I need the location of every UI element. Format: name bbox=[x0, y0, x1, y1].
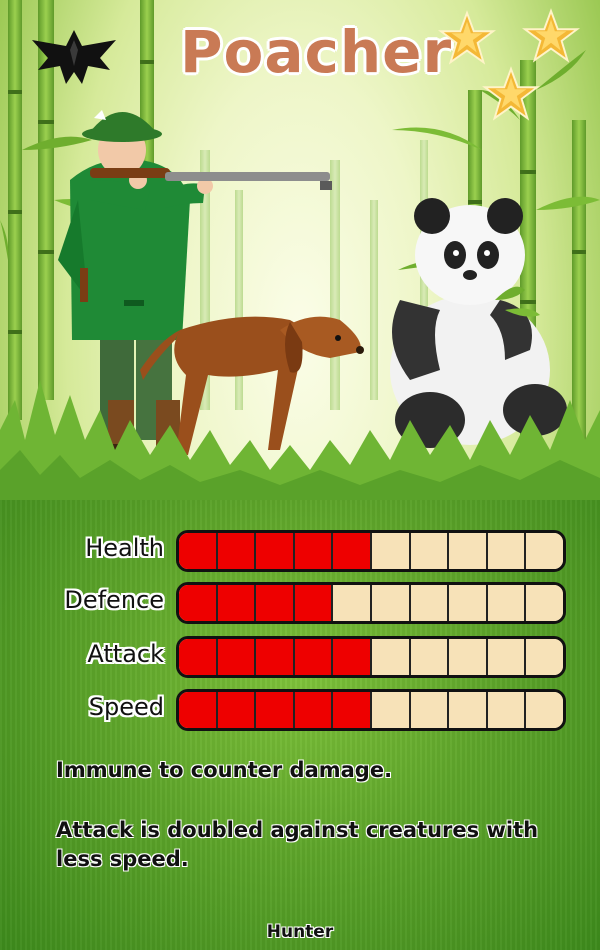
star-icon bbox=[522, 8, 580, 63]
stat-label: Attack bbox=[87, 640, 164, 668]
stat-bar bbox=[176, 636, 566, 678]
stat-row-defence: Defence bbox=[0, 582, 600, 626]
stat-segment bbox=[487, 533, 527, 569]
stat-segment bbox=[487, 585, 527, 621]
stat-segment bbox=[449, 639, 488, 675]
stat-segment bbox=[256, 692, 295, 728]
stat-segment bbox=[179, 585, 218, 621]
stat-segment bbox=[410, 692, 450, 728]
ability-text: Attack is doubled against creatures with… bbox=[56, 818, 539, 871]
stat-label: Health bbox=[85, 534, 164, 562]
stat-bar bbox=[176, 582, 566, 624]
creature-card: Poacher Health Defence Attack Speed Immu… bbox=[0, 0, 600, 950]
stat-segment bbox=[449, 533, 488, 569]
stat-segment bbox=[256, 639, 295, 675]
stat-segment bbox=[217, 533, 257, 569]
stat-segment bbox=[526, 585, 563, 621]
stat-segment bbox=[256, 533, 295, 569]
stat-segment bbox=[410, 639, 450, 675]
stat-segment bbox=[333, 533, 372, 569]
stat-segment bbox=[217, 639, 257, 675]
stat-segment bbox=[333, 692, 372, 728]
stat-segment bbox=[449, 692, 488, 728]
card-title: Poacher bbox=[180, 18, 453, 86]
stat-segment bbox=[371, 585, 411, 621]
stat-segment bbox=[217, 692, 257, 728]
stat-segment bbox=[371, 692, 411, 728]
stat-segment bbox=[526, 692, 563, 728]
stat-segment bbox=[294, 639, 334, 675]
stat-segment bbox=[333, 639, 372, 675]
stat-segment bbox=[294, 533, 334, 569]
bat-emblem-icon bbox=[32, 30, 116, 84]
stat-segment bbox=[294, 692, 334, 728]
stat-segment bbox=[526, 639, 563, 675]
star-icon bbox=[482, 66, 540, 121]
stat-bar bbox=[176, 530, 566, 572]
stat-segment bbox=[294, 585, 334, 621]
stat-segment bbox=[526, 533, 563, 569]
stat-segment bbox=[179, 692, 218, 728]
stat-row-health: Health bbox=[0, 530, 600, 574]
stat-segment bbox=[410, 533, 450, 569]
stat-bar bbox=[176, 689, 566, 731]
stat-segment bbox=[371, 639, 411, 675]
stat-segment bbox=[487, 639, 527, 675]
stat-segment bbox=[179, 639, 218, 675]
stat-segment bbox=[179, 533, 218, 569]
stat-row-attack: Attack bbox=[0, 636, 600, 680]
star-icon bbox=[438, 10, 496, 65]
stat-segment bbox=[371, 533, 411, 569]
card-class: Hunter bbox=[266, 922, 334, 942]
ability-text: Immune to counter damage. bbox=[56, 758, 393, 782]
stat-segment bbox=[449, 585, 488, 621]
stat-segment bbox=[256, 585, 295, 621]
stat-segment bbox=[333, 585, 372, 621]
stat-label: Speed bbox=[88, 693, 164, 721]
stat-segment bbox=[410, 585, 450, 621]
stat-segment bbox=[487, 692, 527, 728]
stat-label: Defence bbox=[64, 586, 164, 614]
stat-segment bbox=[217, 585, 257, 621]
stat-row-speed: Speed bbox=[0, 689, 600, 733]
panda-figure bbox=[390, 198, 567, 448]
